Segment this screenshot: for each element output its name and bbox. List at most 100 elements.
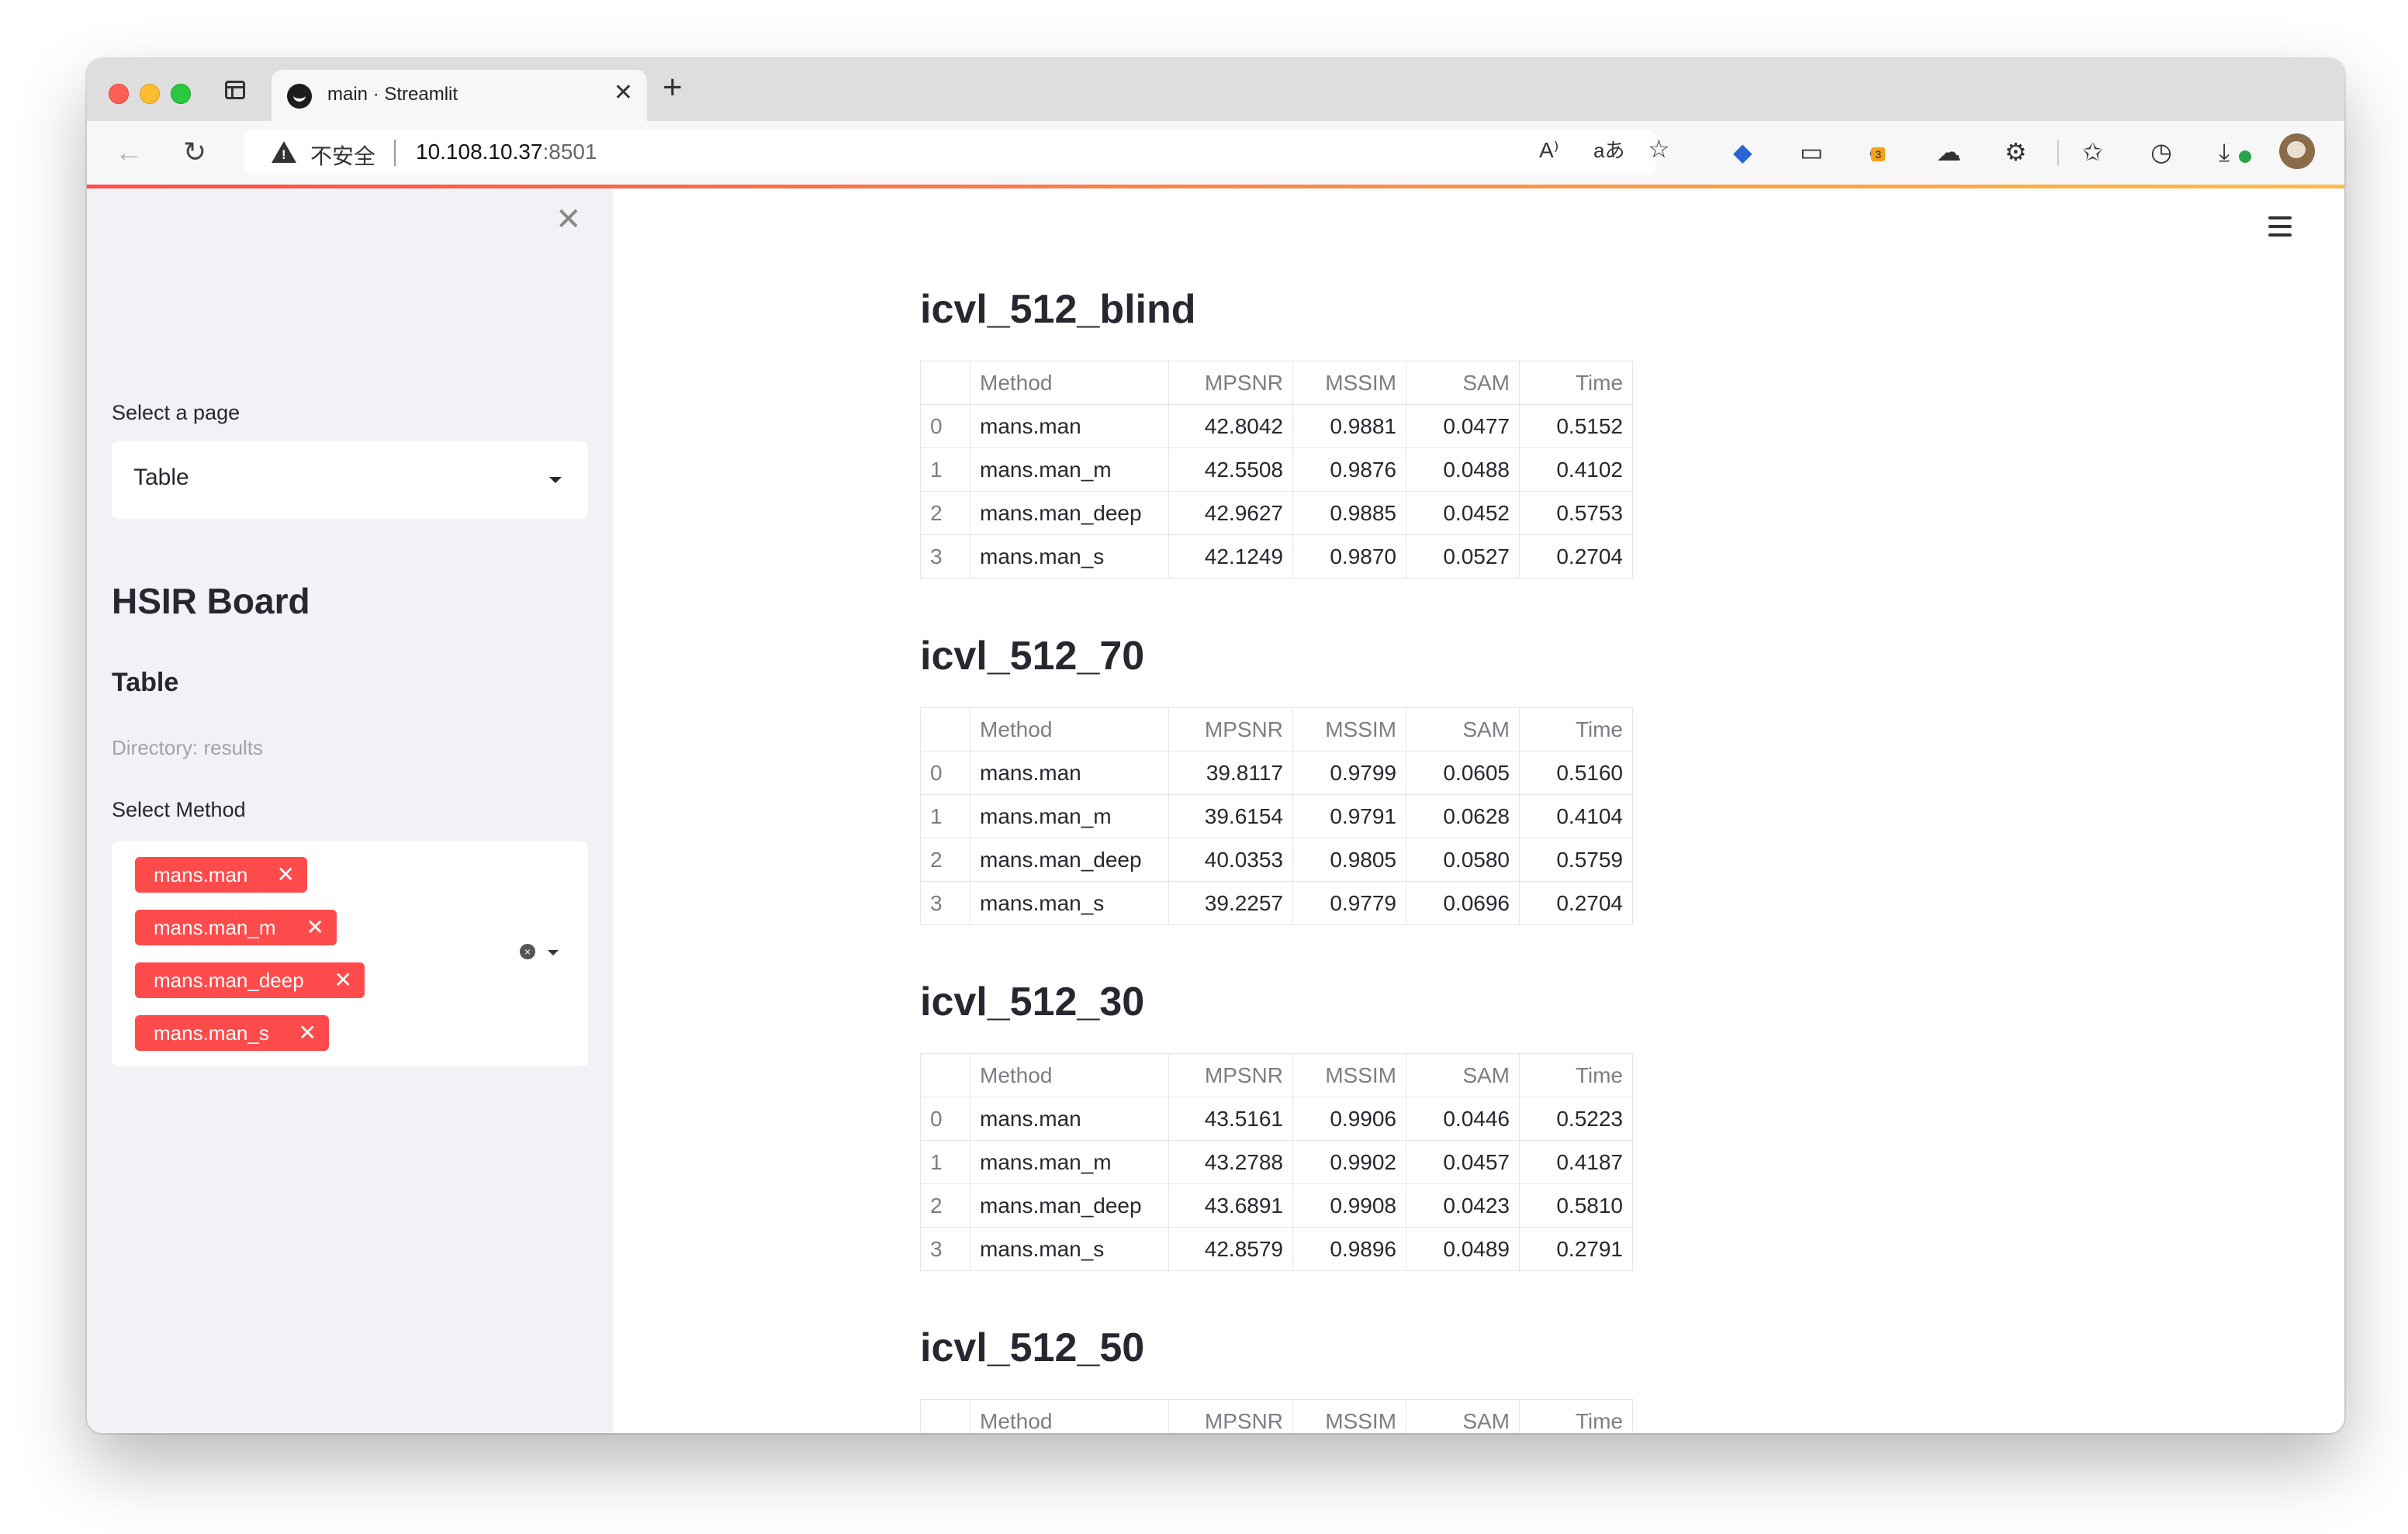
tab-actions-icon[interactable] xyxy=(225,81,245,99)
column-header[interactable]: Method xyxy=(970,361,1169,405)
table-cell: 0.2791 xyxy=(1519,1227,1633,1271)
clear-all-icon[interactable]: × xyxy=(520,944,535,959)
table-cell: 0.9885 xyxy=(1292,491,1406,535)
table-row[interactable]: 3 mans.man_s 39.2257 0.9779 0.0696 0.2704 xyxy=(920,881,1633,925)
reload-icon[interactable]: ↻ xyxy=(183,135,206,169)
column-header[interactable]: Time xyxy=(1519,1399,1633,1433)
table-row[interactable]: 2 mans.man_deep 40.0353 0.9805 0.0580 0.5759 xyxy=(920,838,1633,882)
remove-chip-icon[interactable]: ✕ xyxy=(277,857,295,893)
history-icon[interactable]: ◷ xyxy=(2150,135,2172,169)
table-row[interactable]: 2 mans.man_deep 42.9627 0.9885 0.0452 0.5753 xyxy=(920,491,1633,535)
table-cell: 0.0488 xyxy=(1406,447,1520,492)
column-header[interactable]: Method xyxy=(970,707,1169,751)
table-row[interactable]: 3 mans.man_s 42.8579 0.9896 0.0489 0.2791 xyxy=(920,1227,1633,1271)
column-header[interactable]: MSSIM xyxy=(1292,1053,1406,1097)
address-bar[interactable]: 不安全 10.108.10.37:8501 A⁾ aあ ☆ xyxy=(244,130,1670,175)
cloud-icon[interactable]: ☁ xyxy=(1936,135,1961,169)
table-cell: mans.man_m xyxy=(970,794,1169,838)
maximize-window-button[interactable] xyxy=(171,84,191,104)
column-header[interactable] xyxy=(920,1399,970,1433)
table-cell: 0.5810 xyxy=(1519,1183,1633,1228)
add-favorite-icon[interactable]: ☆ xyxy=(1648,132,1670,166)
chevron-down-icon[interactable] xyxy=(548,950,559,955)
tab-close-icon[interactable]: ✕ xyxy=(614,79,633,106)
extension-icon[interactable]: ◆ xyxy=(1733,135,1752,169)
page-select[interactable]: Table xyxy=(112,441,588,519)
column-header[interactable]: Time xyxy=(1519,1053,1633,1097)
row-index: 0 xyxy=(920,1097,970,1141)
table-row[interactable]: 1 mans.man_m 42.5508 0.9876 0.0488 0.4102 xyxy=(920,447,1633,492)
table-row[interactable]: 1 mans.man_m 43.2788 0.9902 0.0457 0.4187 xyxy=(920,1140,1633,1184)
read-aloud-icon[interactable]: A⁾ xyxy=(1539,133,1559,168)
new-tab-button[interactable]: + xyxy=(663,68,683,107)
column-header[interactable] xyxy=(920,707,970,751)
remove-chip-icon[interactable]: ✕ xyxy=(306,910,324,945)
method-chip[interactable]: mans.man_s ✕ xyxy=(135,1015,329,1051)
column-header[interactable]: MSSIM xyxy=(1292,1399,1406,1433)
favorites-icon[interactable]: ✩ xyxy=(2082,135,2103,169)
close-window-button[interactable] xyxy=(109,84,129,104)
column-header[interactable]: MSSIM xyxy=(1292,707,1406,751)
table-row[interactable]: 0 mans.man 42.8042 0.9881 0.0477 0.5152 xyxy=(920,404,1633,448)
column-header[interactable]: MPSNR xyxy=(1168,1053,1293,1097)
column-header[interactable]: Method xyxy=(970,1053,1169,1097)
column-header[interactable]: Time xyxy=(1519,707,1633,751)
back-arrow-icon[interactable]: ← xyxy=(115,135,143,169)
results-table[interactable]: Method MPSNR MSSIM SAM Time 0 mans.man 42.8042 0… xyxy=(920,361,1633,579)
column-header[interactable]: Method xyxy=(970,1399,1169,1433)
table-cell: 0.0527 xyxy=(1406,534,1520,579)
translate-icon[interactable]: aあ xyxy=(1593,133,1624,168)
app-title: HSIR Board xyxy=(112,581,310,621)
method-chip[interactable]: mans.man_deep ✕ xyxy=(135,962,365,998)
table-cell: mans.man_s xyxy=(970,1227,1169,1271)
table-row[interactable]: 1 mans.man_m 39.6154 0.9791 0.0628 0.4104 xyxy=(920,794,1633,838)
column-header[interactable]: MPSNR xyxy=(1168,1399,1293,1433)
table-cell: mans.man_deep xyxy=(970,1183,1169,1228)
url-text[interactable]: 10.108.10.37:8501 xyxy=(416,140,597,164)
table-cell: 43.6891 xyxy=(1168,1183,1293,1228)
downloads-icon[interactable]: ⤓ xyxy=(2219,135,2230,169)
row-index: 1 xyxy=(920,1140,970,1184)
close-sidebar-icon[interactable]: ✕ xyxy=(555,204,582,235)
table-row[interactable]: 0 mans.man 43.5161 0.9906 0.0446 0.5223 xyxy=(920,1097,1633,1141)
results-table[interactable]: Method MPSNR MSSIM SAM Time 0 mans.man 39.8117 0… xyxy=(920,707,1633,925)
profile-avatar[interactable] xyxy=(2279,133,2315,169)
hamburger-menu-icon[interactable] xyxy=(2268,216,2292,242)
extensions-icon[interactable]: ⚙ xyxy=(2005,135,2027,169)
method-chip[interactable]: mans.man_m ✕ xyxy=(135,910,337,945)
column-header[interactable]: SAM xyxy=(1406,1053,1520,1097)
table-cell: mans.man_s xyxy=(970,534,1169,579)
remove-chip-icon[interactable]: ✕ xyxy=(334,962,352,998)
column-header[interactable]: MSSIM xyxy=(1292,361,1406,405)
method-chip[interactable]: mans.man ✕ xyxy=(135,857,307,893)
browser-tab[interactable]: main · Streamlit ✕ xyxy=(272,70,647,121)
column-header[interactable]: SAM xyxy=(1406,361,1520,405)
column-header[interactable]: MPSNR xyxy=(1168,707,1293,751)
warning-icon[interactable] xyxy=(272,141,296,163)
table-cell: 0.5759 xyxy=(1519,838,1633,882)
column-header[interactable]: SAM xyxy=(1406,707,1520,751)
results-table[interactable]: Method MPSNR MSSIM SAM Time 0 mans.man 43.5161 0… xyxy=(920,1053,1633,1271)
chevron-down-icon xyxy=(549,477,562,483)
remove-chip-icon[interactable]: ✕ xyxy=(299,1015,317,1051)
table-cell: 0.9870 xyxy=(1292,534,1406,579)
table-row[interactable]: 2 mans.man_deep 43.6891 0.9908 0.0423 0.5810 xyxy=(920,1183,1633,1228)
column-header[interactable]: MPSNR xyxy=(1168,361,1293,405)
table-cell: 0.9876 xyxy=(1292,447,1406,492)
method-multiselect[interactable]: mans.man ✕ mans.man_m ✕ mans.man_deep ✕ … xyxy=(112,841,588,1066)
insecure-label[interactable]: 不安全 xyxy=(310,140,375,171)
column-header[interactable] xyxy=(920,1053,970,1097)
column-header[interactable] xyxy=(920,361,970,405)
table-cell: mans.man xyxy=(970,751,1169,795)
table-header-row: Method MPSNR MSSIM SAM Time xyxy=(920,361,1633,405)
reading-list-icon[interactable]: ▭ xyxy=(1800,135,1823,169)
table-cell: 0.4104 xyxy=(1519,794,1633,838)
results-table[interactable]: Method MPSNR MSSIM SAM Time xyxy=(920,1399,1633,1433)
table-row[interactable]: 3 mans.man_s 42.1249 0.9870 0.0527 0.2704 xyxy=(920,534,1633,579)
minimize-window-button[interactable] xyxy=(140,84,160,104)
column-header[interactable]: Time xyxy=(1519,361,1633,405)
column-header[interactable]: SAM xyxy=(1406,1399,1520,1433)
tab-strip: main · Streamlit ✕ + xyxy=(87,59,2344,121)
row-index: 0 xyxy=(920,751,970,795)
table-row[interactable]: 0 mans.man 39.8117 0.9799 0.0605 0.5160 xyxy=(920,751,1633,795)
